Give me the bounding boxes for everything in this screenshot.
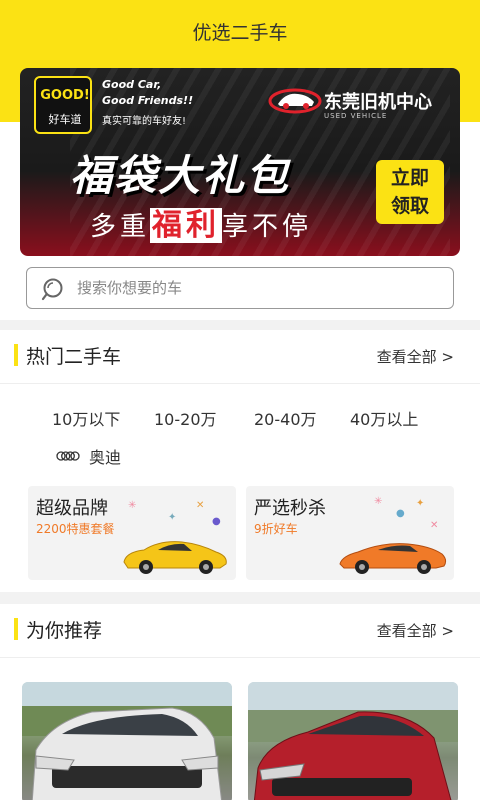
confetti-icon: ✦ — [416, 498, 425, 509]
app-logo: GOOD! 好车道 — [34, 76, 92, 134]
section-title: 热门二手车 — [26, 346, 122, 368]
subline-before: 多重 — [90, 212, 151, 242]
slogan-cn: 真实可靠的车好友! — [102, 116, 187, 127]
promo-title: 超级品牌 — [36, 498, 108, 519]
section-header: 为你推荐 查看全部 > — [0, 604, 480, 658]
promo-subtitle: 2200特惠套餐 — [36, 522, 115, 536]
price-filter[interactable]: 40万以上 — [350, 406, 418, 430]
confetti-icon: ● — [212, 516, 221, 527]
partner-name: 东莞旧机中心 — [324, 92, 432, 113]
partner-sub: USED VEHICLE — [324, 112, 388, 120]
search-bar[interactable] — [26, 267, 454, 309]
subline-highlight: 福利 — [150, 208, 223, 243]
confetti-icon: ✳ — [128, 500, 137, 511]
confetti-icon: ✕ — [196, 500, 205, 511]
subline-after: 享不停 — [222, 212, 313, 242]
claim-now-button[interactable]: 立即 领取 — [376, 160, 444, 224]
promo-subtitle: 9折好车 — [254, 522, 298, 536]
orange-sports-car-icon — [339, 543, 447, 574]
section-header: 热门二手车 查看全部 > — [0, 330, 480, 384]
slogan-line-1: Good Car, — [102, 78, 162, 91]
hot-cars-section: 热门二手车 查看全部 > 10万以下 10-20万 20-40万 40万以上 奥… — [0, 330, 480, 592]
recommend-section: 为你推荐 查看全部 > — [0, 604, 480, 800]
white-suv-photo — [22, 682, 232, 800]
price-filter[interactable]: 20-40万 — [254, 406, 317, 430]
page-title: 优选二手车 — [192, 22, 288, 44]
section-accent-bar — [14, 344, 18, 366]
search-icon — [41, 278, 63, 301]
search-input[interactable] — [77, 268, 437, 307]
partner-car-logo-icon — [268, 88, 322, 114]
section-title: 为你推荐 — [26, 620, 103, 642]
banner-subline: 多重福利享不停 — [90, 200, 312, 244]
section-accent-bar — [14, 618, 18, 640]
red-sedan-photo — [248, 682, 458, 800]
view-all-link[interactable]: 查看全部 > — [377, 346, 454, 367]
confetti-icon: ● — [396, 508, 405, 519]
recommended-car-card[interactable] — [22, 682, 232, 800]
recommended-car-card[interactable] — [248, 682, 458, 800]
promo-card-flash-sale[interactable]: 严选秒杀 9折好车 ✳ ● ✦ ✕ — [246, 486, 454, 580]
brand-label: 奥迪 — [89, 448, 122, 467]
slogan-line-2: Good Friends!! — [102, 94, 194, 107]
promo-banner[interactable]: GOOD! 好车道 Good Car, Good Friends!! 真实可靠的… — [20, 68, 460, 256]
promo-card-super-brand[interactable]: 超级品牌 2200特惠套餐 ✳ ✦ ● ✕ — [28, 486, 236, 580]
yellow-sports-car-icon — [123, 541, 227, 574]
logo-text: GOOD! — [40, 88, 90, 103]
promo-title: 严选秒杀 — [254, 498, 326, 519]
view-all-link[interactable]: 查看全部 > — [377, 620, 454, 641]
confetti-icon: ✦ — [168, 512, 177, 523]
confetti-icon: ✳ — [374, 496, 383, 507]
banner-headline: 福袋大礼包 — [70, 151, 291, 200]
logo-cn-text: 好车道 — [48, 113, 82, 126]
confetti-icon: ✕ — [430, 520, 439, 531]
audi-rings-icon — [56, 451, 80, 461]
price-filter[interactable]: 10-20万 — [154, 406, 217, 430]
price-filter[interactable]: 10万以下 — [52, 406, 120, 430]
price-range-filters: 10万以下 10-20万 20-40万 40万以上 — [0, 406, 480, 432]
